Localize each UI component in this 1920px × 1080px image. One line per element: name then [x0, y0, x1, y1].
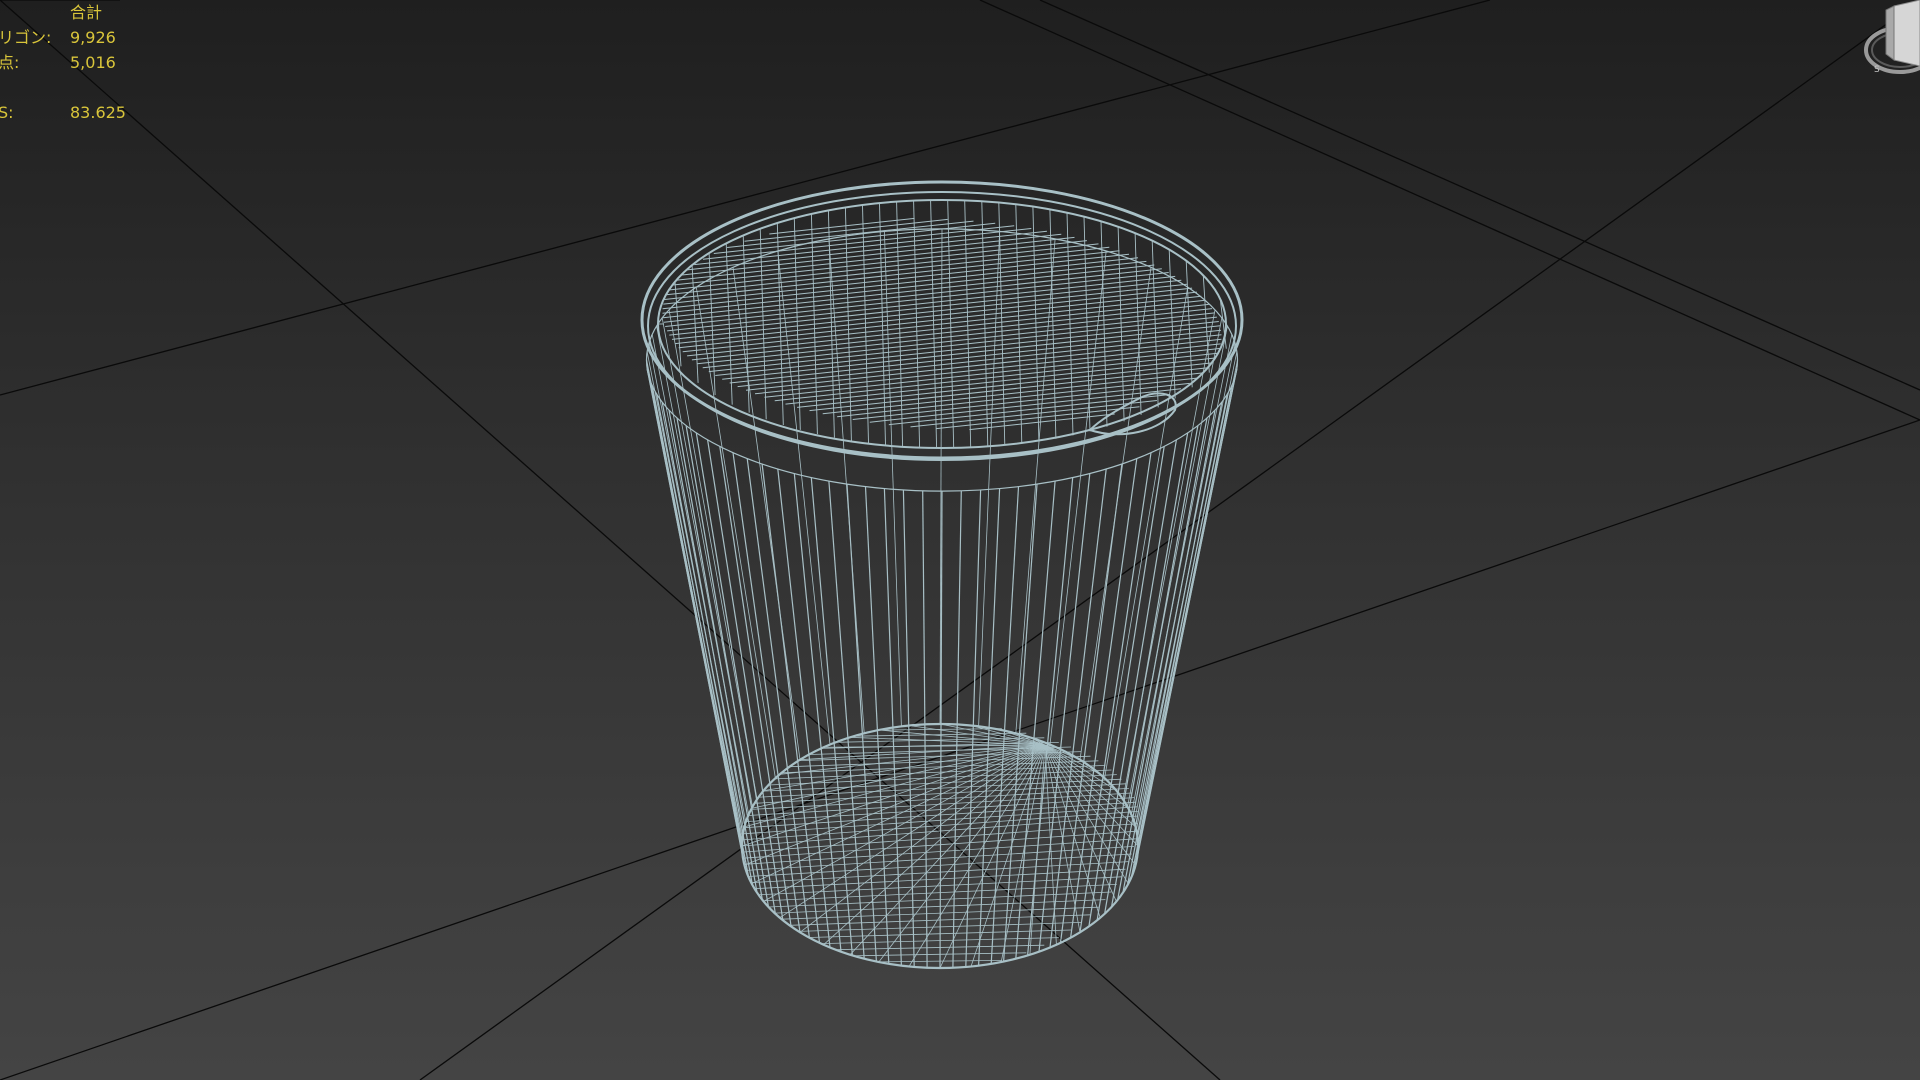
cup-side-wire	[1130, 326, 1228, 815]
stats-header: 合計	[70, 3, 103, 22]
lid-hatch-wire	[809, 367, 1209, 412]
cup-side-wire	[645, 359, 743, 847]
lid-hatch-wire	[667, 275, 1176, 332]
cup-side-wire	[646, 351, 743, 839]
cup-side-wire	[761, 463, 821, 943]
lid-hatch-wire	[708, 316, 1217, 373]
lid-hatch-wire	[665, 272, 1169, 327]
lid-cross-wire	[674, 281, 682, 367]
cup-side-wire	[1027, 477, 1074, 956]
cup-side-wire	[646, 368, 743, 855]
base-hatch-wire	[745, 797, 1135, 822]
lid-hatch-wire	[697, 308, 1213, 365]
cup-side-wire	[1137, 351, 1238, 839]
cup-side-wire	[1130, 393, 1228, 878]
lid-hatch-wire	[754, 343, 1221, 395]
lid-hatch-wire	[888, 394, 1171, 426]
stats-polygons-value: 9,926	[70, 28, 116, 47]
lid-cross-wire	[1015, 204, 1023, 444]
lid-cross-wire	[964, 200, 972, 448]
scene-canvas[interactable]	[0, 0, 1920, 1080]
cup-side-wire	[1122, 309, 1216, 800]
stats-vertices-value: 5,016	[70, 53, 116, 72]
lid-cross-wire	[1134, 233, 1142, 415]
grid-line	[419, 0, 1920, 1080]
lid-hatch-wire	[687, 299, 1206, 357]
lid-cross-wire	[862, 204, 869, 444]
cup-side-wire	[661, 317, 753, 807]
base-fan-wire	[1000, 744, 1046, 963]
stats-fps-label: S:	[0, 103, 14, 122]
cup-side-wire	[990, 486, 1020, 964]
cup-side-wire	[1003, 484, 1038, 962]
cup-side-wire	[656, 326, 750, 815]
stats-row-polygons: リゴン: 9,926	[0, 25, 160, 50]
stats-row-vertices: 点: 5,016	[0, 50, 160, 75]
cup-side-wire	[1135, 342, 1236, 831]
lid-hatch-wire	[666, 246, 1110, 296]
cup-side-wire	[1049, 468, 1107, 948]
stats-spacer	[0, 75, 160, 100]
lid-hatch-wire	[713, 222, 996, 254]
lid-hatch-wire	[715, 321, 1219, 376]
lid-cross-wire	[844, 207, 852, 441]
lid-cross-wire	[913, 200, 921, 448]
stats-vertices-label: 点:	[0, 53, 20, 72]
lid-hatch-wire	[680, 233, 1062, 276]
viewcube-icon[interactable]: S	[1856, 0, 1920, 84]
stats-polygons-label: リゴン:	[0, 28, 52, 47]
viewport-statistics: 合計 リゴン: 9,926 点: 5,016 S: 83.625	[0, 0, 160, 125]
lid-hatch-wire	[671, 283, 1187, 340]
grid-line	[1039, 0, 1920, 391]
lid-cross-wire	[998, 202, 1006, 446]
lid-hatch-wire	[869, 388, 1182, 423]
lid-hatch-wire	[675, 236, 1075, 281]
cup-side-wire	[1070, 458, 1138, 938]
lid-hatch-wire	[722, 325, 1221, 380]
cup-side-wire	[777, 468, 831, 948]
lid-hatch-wire	[663, 253, 1130, 305]
lid-hatch-wire	[769, 217, 915, 235]
perspective-viewport[interactable]: 合計 リゴン: 9,926 点: 5,016 S: 83.625 S	[0, 0, 1920, 1080]
wireframe-cup-icon[interactable]	[640, 180, 1244, 970]
lid-hatch-wire	[822, 372, 1204, 415]
cup-side-wire	[1126, 401, 1223, 886]
stats-header-row: 合計	[0, 0, 160, 25]
cup-side-wire	[864, 486, 890, 964]
base-fan-wire	[1044, 744, 1136, 866]
stats-row-fps: S: 83.625	[0, 100, 160, 125]
lid-hatch-wire	[702, 225, 1015, 260]
lid-hatch-wire	[678, 291, 1197, 349]
cup-side-wire	[1079, 452, 1152, 933]
cup-side-wire	[1135, 376, 1236, 863]
lid-cross-wire	[776, 222, 784, 426]
base-fan-wire	[751, 744, 1046, 885]
grid-line	[0, 0, 1221, 1080]
svg-text:S: S	[1874, 65, 1880, 75]
stats-fps-value: 83.625	[70, 103, 126, 122]
cup-side-wire	[668, 309, 758, 800]
